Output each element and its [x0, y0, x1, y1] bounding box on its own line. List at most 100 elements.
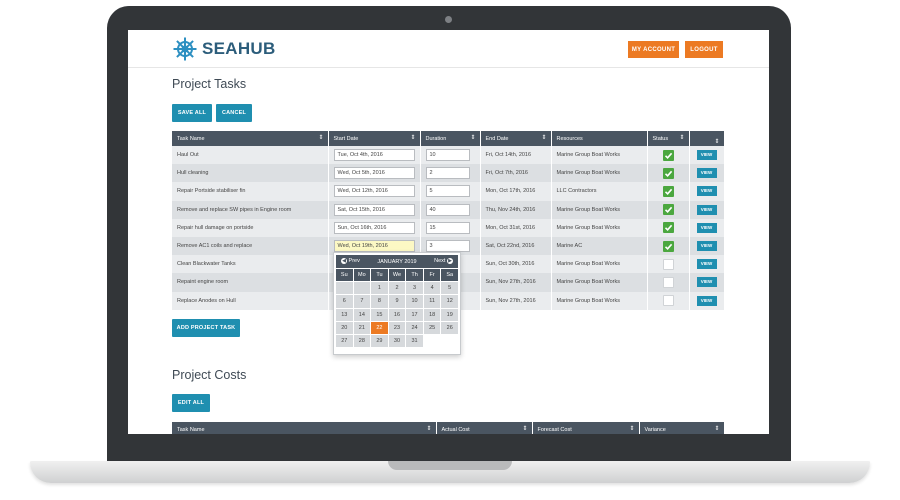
- start-date-cell: Sat, Oct 15th, 2016: [328, 200, 421, 219]
- day-cell[interactable]: 7: [353, 295, 371, 308]
- brand-name: SEAHUB: [202, 39, 276, 58]
- day-cell[interactable]: 24: [406, 321, 423, 335]
- table-row: Repair Portside stabiliser fin Wed, Oct 1…: [172, 182, 725, 201]
- view-button[interactable]: VIEW: [696, 168, 717, 179]
- day-cell[interactable]: 16: [388, 308, 406, 321]
- day-cell[interactable]: 4: [423, 282, 441, 295]
- start-date-input[interactable]: Sat, Oct 15th, 2016: [333, 203, 415, 216]
- start-date-cell: Sun, Oct 16th, 2016: [328, 218, 421, 237]
- start-date-input[interactable]: Sun, Oct 16th, 2016: [333, 221, 415, 234]
- day-cell[interactable]: 14: [353, 308, 371, 321]
- day-cell[interactable]: 18: [423, 308, 441, 321]
- day-cell[interactable]: 28: [353, 335, 371, 348]
- end-date-cell: Sat, Oct 22nd, 2016: [480, 236, 552, 256]
- day-cell[interactable]: 20: [336, 321, 353, 335]
- status-checkbox-checked[interactable]: [662, 222, 674, 234]
- column-header-actual-cost[interactable]: Actual Cost ⇕: [436, 422, 533, 434]
- start-date-input[interactable]: Wed, Oct 12th, 2016: [333, 185, 415, 198]
- day-cell[interactable]: 8: [371, 295, 388, 308]
- day-cell[interactable]: 2: [388, 282, 406, 295]
- day-cell-selected[interactable]: 22: [371, 321, 388, 335]
- day-cell[interactable]: 11: [423, 295, 441, 308]
- column-header-status[interactable]: Status ⇕: [647, 131, 690, 146]
- date-picker-prev-button[interactable]: ◀ Prev: [341, 258, 360, 264]
- duration-input[interactable]: 10: [425, 149, 470, 162]
- status-checkbox-checked[interactable]: [662, 185, 674, 197]
- duration-cell: 40: [420, 200, 481, 219]
- save-all-button[interactable]: SAVE ALL: [172, 104, 212, 122]
- top-navigation-bar: SEAHUB MY ACCOUNT LOGOUT: [128, 30, 769, 68]
- column-header-duration[interactable]: Duration ⇕: [420, 131, 481, 146]
- day-cell[interactable]: 31: [406, 335, 423, 348]
- view-button[interactable]: VIEW: [696, 204, 717, 215]
- duration-input[interactable]: 40: [425, 203, 470, 216]
- start-date-input[interactable]: Tue, Oct 4th, 2016: [333, 149, 415, 162]
- status-checkbox-checked[interactable]: [662, 167, 674, 179]
- view-button[interactable]: VIEW: [696, 259, 717, 270]
- column-header-variance[interactable]: Variance ⇕: [639, 422, 725, 434]
- view-button[interactable]: VIEW: [696, 295, 717, 306]
- day-cell[interactable]: 1: [371, 282, 388, 295]
- day-cell[interactable]: 23: [388, 321, 406, 335]
- status-checkbox-checked[interactable]: [662, 240, 674, 252]
- date-picker-popup: ◀ Prev JANUARY 2019 Next ▶ Su Mo Tu We Th Fr S…: [333, 252, 461, 355]
- day-cell[interactable]: 29: [371, 335, 388, 348]
- column-header-resources[interactable]: Resources: [551, 131, 648, 146]
- day-of-week-label: Sa: [441, 269, 458, 281]
- cancel-button[interactable]: CANCEL: [216, 104, 252, 122]
- end-date-cell: Thu, Nov 24th, 2016: [480, 200, 552, 219]
- actions-cell: VIEW: [689, 218, 725, 237]
- start-date-cell: Tue, Oct 4th, 2016: [328, 146, 421, 165]
- status-checkbox-unchecked[interactable]: [662, 295, 674, 307]
- status-checkbox-unchecked[interactable]: [662, 276, 674, 288]
- column-header-task-name[interactable]: Task Name ⇕: [172, 422, 437, 434]
- column-header-task-name[interactable]: Task Name ⇕: [172, 131, 329, 146]
- view-button[interactable]: VIEW: [696, 186, 717, 197]
- end-date-cell: Sun, Nov 27th, 2016: [480, 291, 552, 310]
- day-cell[interactable]: 17: [406, 308, 423, 321]
- actions-cell: VIEW: [689, 146, 725, 165]
- day-cell[interactable]: 10: [406, 295, 423, 308]
- duration-input[interactable]: 5: [425, 185, 470, 198]
- duration-input[interactable]: 15: [425, 221, 470, 234]
- day-cell[interactable]: 25: [423, 321, 441, 335]
- status-checkbox-unchecked[interactable]: [662, 258, 674, 270]
- column-header-end-date[interactable]: End Date ⇕: [480, 131, 552, 146]
- duration-input[interactable]: 2: [425, 167, 470, 180]
- view-button[interactable]: VIEW: [696, 277, 717, 288]
- status-checkbox-checked[interactable]: [662, 204, 674, 216]
- resource-cell: LLC Contractors: [551, 182, 648, 201]
- logout-button[interactable]: LOGOUT: [685, 41, 723, 58]
- day-cell[interactable]: 30: [388, 335, 406, 348]
- day-cell[interactable]: 12: [441, 295, 458, 308]
- actions-cell: VIEW: [689, 255, 725, 274]
- day-cell[interactable]: 5: [441, 282, 458, 295]
- day-cell[interactable]: 27: [336, 335, 353, 348]
- my-account-button[interactable]: MY ACCOUNT: [628, 41, 679, 58]
- brand-logo[interactable]: SEAHUB: [172, 36, 276, 62]
- column-header-forecast-cost[interactable]: Forecast Cost ⇕: [532, 422, 640, 434]
- start-date-input[interactable]: Wed, Oct 5th, 2016: [333, 167, 415, 180]
- task-name-cell: Repair hull damage on portside: [172, 218, 329, 237]
- add-project-task-button[interactable]: ADD PROJECT TASK: [172, 319, 240, 337]
- day-cell[interactable]: 13: [336, 308, 353, 321]
- status-checkbox-checked[interactable]: [662, 149, 674, 161]
- view-button[interactable]: VIEW: [696, 150, 717, 161]
- view-button[interactable]: VIEW: [696, 241, 717, 252]
- day-cell[interactable]: 9: [388, 295, 406, 308]
- date-picker-next-button[interactable]: Next ▶: [434, 258, 453, 264]
- day-cell[interactable]: 19: [441, 308, 458, 321]
- start-date-input[interactable]: Wed, Oct 19th, 2016: [333, 240, 415, 253]
- day-cell[interactable]: 21: [353, 321, 371, 335]
- column-header-start-date[interactable]: Start Date ⇕: [328, 131, 421, 146]
- view-button[interactable]: VIEW: [696, 222, 717, 233]
- edit-all-button[interactable]: EDIT ALL: [172, 394, 210, 412]
- day-cell[interactable]: 3: [406, 282, 423, 295]
- duration-input[interactable]: 3: [425, 240, 470, 253]
- day-of-week-label: Tu: [371, 269, 388, 281]
- table-header-row: Task Name ⇕ Start Date ⇕ Duration ⇕ End Dat…: [172, 131, 725, 146]
- day-cell[interactable]: 6: [336, 295, 353, 308]
- day-cell[interactable]: 26: [441, 321, 458, 335]
- sort-icon: ⇕: [522, 426, 528, 432]
- day-cell[interactable]: 15: [371, 308, 388, 321]
